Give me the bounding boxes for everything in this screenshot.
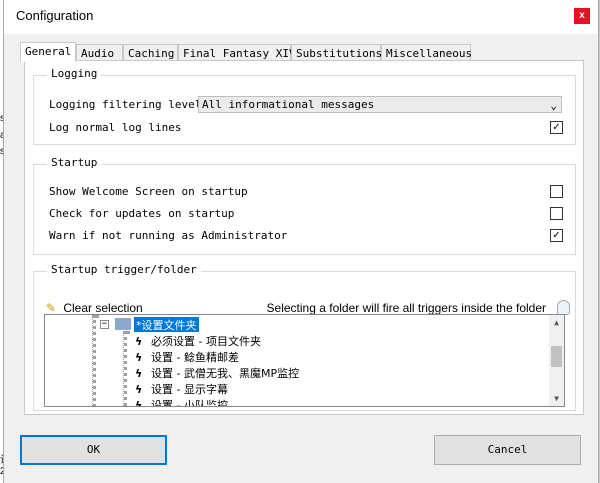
trigger-tree[interactable]: − *设置文件夹 ϟ 必须设置 - 项目文件夹 ϟ 设置 - 鲶鱼精邮差 ϟ 设置 -… xyxy=(44,314,565,407)
scroll-down-icon[interactable]: ▼ xyxy=(549,391,564,406)
tab-audio[interactable]: Audio xyxy=(76,44,123,61)
clear-selection-button[interactable]: ✎ Clear selection xyxy=(46,301,143,315)
tab-general[interactable]: General xyxy=(20,42,76,62)
tree-item[interactable]: ϟ 必须设置 - 项目文件夹 xyxy=(135,333,261,348)
log-normal-lines-checkbox[interactable]: ✓ xyxy=(550,121,563,134)
collapse-icon[interactable]: − xyxy=(100,320,109,329)
warn-admin-label: Warn if not running as Administrator xyxy=(49,229,288,242)
tree-line xyxy=(123,331,127,406)
startup-trigger-title: Startup trigger/folder xyxy=(47,263,201,276)
show-welcome-label: Show Welcome Screen on startup xyxy=(49,185,248,198)
tree-item-label: 设置 - 小队监控 xyxy=(151,399,228,407)
tree-line xyxy=(92,315,96,406)
check-icon: ✓ xyxy=(552,230,561,241)
tab-substitutions[interactable]: Substitutions xyxy=(291,44,382,61)
tree-item-label: 必须设置 - 项目文件夹 xyxy=(151,335,261,348)
trigger-icon: ϟ xyxy=(135,399,143,407)
logging-group: Logging Logging filtering level All info… xyxy=(33,67,576,145)
tree-item[interactable]: ϟ 设置 - 武僧无我、黑魔MP监控 xyxy=(135,365,299,380)
tree-item-label: 设置 - 显示字幕 xyxy=(151,383,228,396)
logging-filter-value: All informational messages xyxy=(202,98,375,111)
scroll-up-icon[interactable]: ▲ xyxy=(549,315,564,330)
window-title: Configuration xyxy=(16,8,94,23)
general-panel: Logging Logging filtering level All info… xyxy=(24,60,584,415)
folder-info-text: Selecting a folder will fire all trigger… xyxy=(266,301,546,315)
startup-trigger-group: Startup trigger/folder ✎ Clear selection… xyxy=(33,263,576,411)
folder-icon xyxy=(115,318,131,330)
trigger-icon: ϟ xyxy=(135,351,143,364)
scroll-thumb[interactable] xyxy=(551,346,562,367)
tree-item-label: 设置 - 武僧无我、黑魔MP监控 xyxy=(151,367,300,380)
show-welcome-checkbox[interactable] xyxy=(550,185,563,198)
tree-root-folder[interactable]: *设置文件夹 xyxy=(134,317,199,332)
startup-title: Startup xyxy=(47,156,102,169)
log-normal-lines-label: Log normal log lines xyxy=(49,121,182,134)
title-bar[interactable]: Configuration x xyxy=(4,0,598,34)
trigger-icon: ϟ xyxy=(135,367,143,380)
broom-icon: ✎ xyxy=(46,301,57,315)
cancel-button[interactable]: Cancel xyxy=(434,435,581,465)
clear-selection-label: Clear selection xyxy=(63,301,143,315)
tree-item[interactable]: ϟ 设置 - 鲶鱼精邮差 xyxy=(135,349,239,364)
check-icon: ✓ xyxy=(552,122,561,133)
warn-admin-checkbox[interactable]: ✓ xyxy=(550,229,563,242)
close-button[interactable]: x xyxy=(574,8,590,24)
check-updates-label: Check for updates on startup xyxy=(49,207,235,220)
tab-miscellaneous[interactable]: Miscellaneous xyxy=(381,44,472,61)
tree-item[interactable]: ϟ 设置 - 小队监控 xyxy=(135,397,228,407)
lightbulb-icon xyxy=(557,300,570,315)
tree-item-label: 设置 - 鲶鱼精邮差 xyxy=(151,351,239,364)
logging-title: Logging xyxy=(47,67,102,80)
trigger-icon: ϟ xyxy=(135,383,143,396)
logging-filter-label: Logging filtering level xyxy=(49,98,202,111)
trigger-icon: ϟ xyxy=(135,335,143,348)
tree-scrollbar[interactable]: ▲ ▼ xyxy=(549,315,564,406)
startup-group: Startup Show Welcome Screen on startup C… xyxy=(33,156,576,255)
tab-final-fantasy-xiv[interactable]: Final Fantasy XIV xyxy=(178,44,296,61)
ok-button[interactable]: OK xyxy=(20,435,167,465)
chevron-down-icon: ⌄ xyxy=(550,99,557,112)
close-icon: x xyxy=(579,10,585,21)
check-updates-checkbox[interactable] xyxy=(550,207,563,220)
configuration-dialog: Configuration x General Audio Caching Fi… xyxy=(3,0,599,483)
tab-caching[interactable]: Caching xyxy=(123,44,178,61)
logging-filter-select[interactable]: All informational messages ⌄ xyxy=(198,96,562,113)
tree-item[interactable]: ϟ 设置 - 显示字幕 xyxy=(135,381,228,396)
